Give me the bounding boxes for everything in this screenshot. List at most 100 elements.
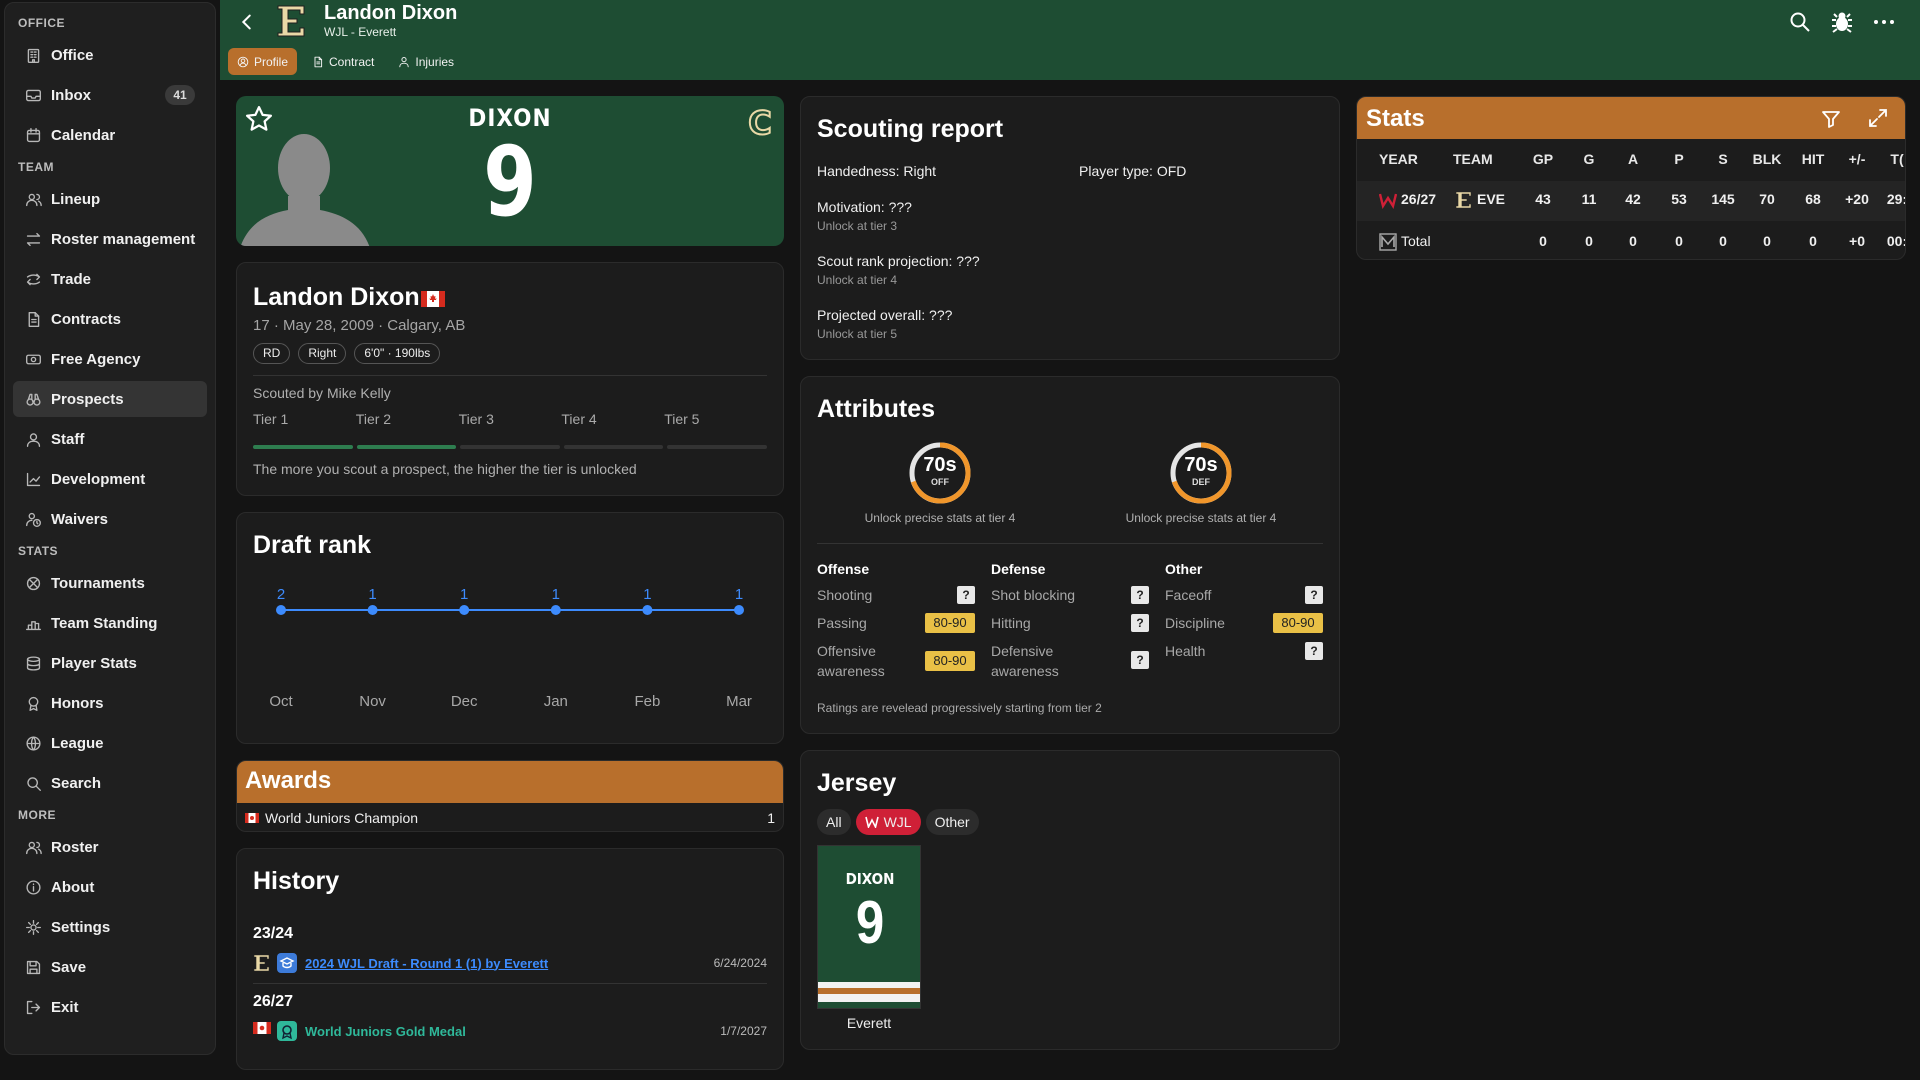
stats-column-header[interactable]: P [1659, 151, 1699, 167]
jersey-title: Jersey [817, 769, 897, 797]
jersey-image[interactable]: DIXON 9 [817, 845, 921, 1009]
sidebar-item-lineup[interactable]: Lineup [13, 181, 207, 217]
awards-title: Awards [237, 761, 783, 803]
tier-note: The more you scout a prospect, the highe… [253, 461, 637, 477]
sidebar-item-roster-management[interactable]: Roster management [13, 221, 207, 257]
attribute-row: Defensive awareness? [991, 641, 1149, 681]
more-icon[interactable] [1872, 10, 1896, 34]
tier-bar [667, 445, 767, 449]
stats-column-header[interactable]: GP [1523, 151, 1563, 167]
award-row[interactable]: World Juniors Champion 1 [237, 803, 783, 831]
sidebar-item-label: Search [51, 774, 102, 792]
sidebar-item-office[interactable]: Office [13, 37, 207, 73]
scout-rank-projection: Scout rank projection: ??? [817, 253, 980, 269]
bug-icon[interactable] [1830, 10, 1854, 34]
draft-rank-month: Jan [544, 693, 568, 710]
sidebar-item-free-agency[interactable]: Free Agency [13, 341, 207, 377]
stats-column-header[interactable]: BLK [1747, 151, 1787, 167]
sidebar-item-team-standing[interactable]: Team Standing [13, 605, 207, 641]
stats-total-cell: 0 [1629, 233, 1637, 249]
filter-icon[interactable] [1821, 109, 1841, 129]
sidebar-item-label: Contracts [51, 310, 122, 328]
history-season: 23/24 [253, 925, 294, 942]
sidebar-item-player-stats[interactable]: Player Stats [13, 645, 207, 681]
sidebar-item-inbox[interactable]: Inbox 41 [13, 77, 207, 113]
info-chip: RD [253, 343, 291, 364]
draft-rank-chart: 2 Oct 1 Nov 1 Dec 1 Jan 1 Feb 1 Mar [269, 586, 752, 710]
jersey-filter-wjl[interactable]: WJL [855, 809, 921, 835]
sidebar-item-about[interactable]: About [13, 869, 207, 905]
draft-rank-value: 2 [277, 586, 285, 603]
draft-rank-month: Nov [359, 693, 386, 710]
league-logo-icon [1379, 233, 1397, 251]
history-event-link[interactable]: 2024 WJL Draft - Round 1 (1) by Everett [305, 956, 548, 971]
sidebar-item-label: League [51, 734, 104, 752]
attribute-row: Faceoff? [1165, 585, 1323, 605]
stats-cell: 42 [1625, 191, 1641, 207]
jersey-filter-label: All [826, 814, 842, 830]
tab-profile[interactable]: Profile [228, 48, 298, 75]
tier-label: Tier 3 [458, 411, 494, 427]
stats-total-cell: 0 [1719, 233, 1727, 249]
tab-contract[interactable]: Contract [303, 48, 383, 75]
sidebar-item-roster[interactable]: Roster [13, 829, 207, 865]
sidebar-item-honors[interactable]: Honors [13, 685, 207, 721]
stats-column-header[interactable]: +/- [1837, 151, 1877, 167]
search-icon[interactable] [1788, 10, 1812, 34]
tab-injuries[interactable]: Injuries [389, 48, 463, 75]
stats-column-header[interactable]: A [1613, 151, 1653, 167]
expand-icon[interactable] [1867, 107, 1889, 129]
page-title: Landon Dixon [324, 2, 458, 24]
sidebar-item-tournaments[interactable]: Tournaments [13, 565, 207, 601]
stats-column-header[interactable]: YEAR [1379, 151, 1418, 167]
stats-team[interactable]: EVE [1477, 191, 1505, 207]
sidebar-item-league[interactable]: League [13, 725, 207, 761]
stats-column-header[interactable]: TEAM [1453, 151, 1493, 167]
jersey-filter-all[interactable]: All [817, 809, 851, 835]
offense-gauge: 70s OFF [908, 441, 972, 505]
jersey-filter-other[interactable]: Other [925, 809, 979, 835]
history-event-link[interactable]: World Juniors Gold Medal [305, 1024, 466, 1039]
sidebar-item-exit[interactable]: Exit [13, 989, 207, 1025]
stats-column-header[interactable]: S [1703, 151, 1743, 167]
stats-column-header[interactable]: T( [1877, 151, 1905, 167]
stats-total-cell: 0 [1809, 233, 1817, 249]
inbox-count-badge: 41 [165, 85, 195, 105]
attribute-label: Hitting [991, 615, 1031, 631]
sidebar-item-development[interactable]: Development [13, 461, 207, 497]
canada-flag-icon [421, 291, 445, 307]
stats-cell: 11 [1581, 191, 1597, 207]
tier-label: Tier 4 [561, 411, 597, 427]
page-subtitle: WJL - Everett [324, 25, 397, 39]
back-icon[interactable] [236, 10, 258, 34]
attribute-row: Discipline 80-90 [1165, 613, 1323, 633]
sidebar-item-search[interactable]: Search [13, 765, 207, 801]
history-season: 26/27 [253, 993, 294, 1010]
sidebar-item-waivers[interactable]: Waivers [13, 501, 207, 537]
sidebar-section-stats: STATS [18, 544, 59, 558]
history-date: 6/24/2024 [713, 956, 767, 970]
sidebar-item-contracts[interactable]: Contracts [13, 301, 207, 337]
sidebar-item-settings[interactable]: Settings [13, 909, 207, 945]
attribute-label: Defensive awareness [991, 643, 1059, 679]
sidebar-item-save[interactable]: Save [13, 949, 207, 985]
sidebar-item-calendar[interactable]: Calendar [13, 117, 207, 153]
draft-rank-point [367, 605, 378, 615]
sidebar-item-label: Exit [51, 998, 79, 1016]
attribute-label: Health [1165, 643, 1206, 659]
sidebar-item-trade[interactable]: Trade [13, 261, 207, 297]
attribute-label: Faceoff [1165, 587, 1212, 603]
gear-icon [25, 919, 42, 936]
stats-column-header[interactable]: G [1569, 151, 1609, 167]
user-icon [25, 431, 42, 448]
stats-column-header[interactable]: HIT [1793, 151, 1833, 167]
history-row: 2024 WJL Draft - Round 1 (1) by Everett … [253, 951, 767, 975]
tab-label: Injuries [415, 54, 455, 69]
divider [253, 375, 767, 376]
stats-cell: +20 [1845, 191, 1869, 207]
sidebar-item-staff[interactable]: Staff [13, 421, 207, 457]
draft-rank-point [550, 605, 561, 615]
sidebar-item-prospects[interactable]: Prospects [13, 381, 207, 417]
info-chip: 6'0" · 190lbs [354, 343, 441, 364]
draft-rank-month: Oct [269, 693, 293, 710]
